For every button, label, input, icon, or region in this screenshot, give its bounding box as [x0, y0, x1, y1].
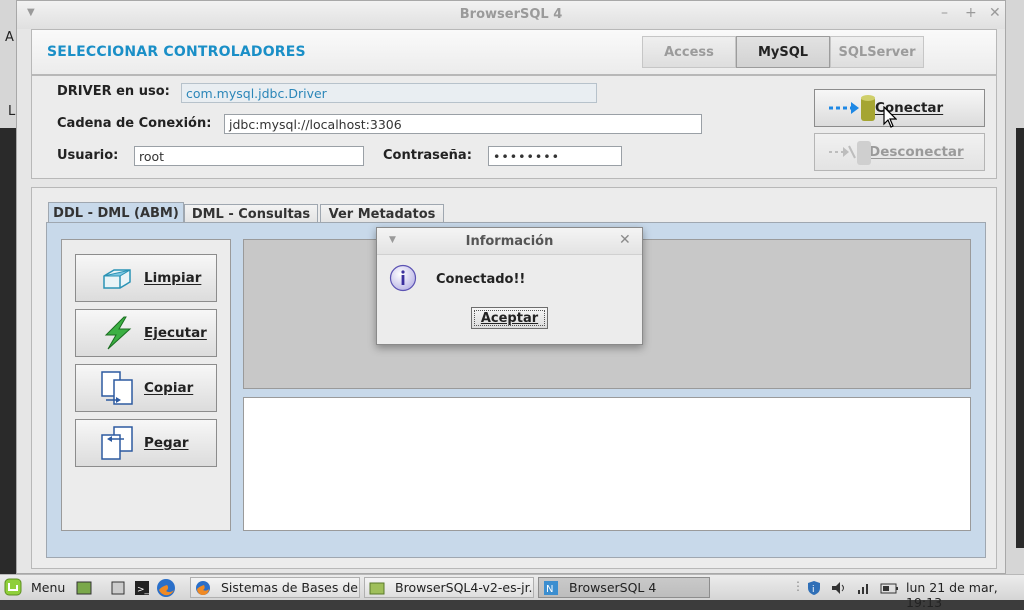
- driver-field: com.mysql.jdbc.Driver: [181, 83, 597, 103]
- app-icon: N: [543, 580, 559, 596]
- tray-separator: ⋮: [792, 579, 804, 593]
- maximize-icon[interactable]: +: [965, 5, 977, 21]
- paste-button[interactable]: Pegar: [75, 419, 217, 467]
- firefox-icon[interactable]: [156, 578, 176, 598]
- close-icon[interactable]: ✕: [989, 5, 1001, 21]
- user-label: Usuario:: [57, 148, 119, 163]
- info-icon: [389, 264, 417, 296]
- driver-tab-access[interactable]: Access: [642, 36, 736, 68]
- mint-logo-icon: [4, 578, 22, 596]
- window-title: BrowserSQL 4: [459, 7, 563, 22]
- password-label: Contraseña:: [383, 148, 472, 163]
- clock[interactable]: lun 21 de mar, 19:13: [906, 580, 1024, 610]
- connection-form: DRIVER en uso: com.mysql.jdbc.Driver Cad…: [31, 75, 997, 179]
- disconnect-label: Desconectar: [869, 144, 964, 160]
- driver-selector-panel: SELECCIONAR CONTROLADORES Access MySQL S…: [31, 29, 997, 75]
- accept-button[interactable]: Aceptar: [471, 307, 548, 329]
- show-desktop-icon[interactable]: [76, 580, 92, 596]
- background-text: L: [8, 104, 16, 119]
- dialog-title: Información: [465, 234, 554, 249]
- taskbar-window-sistemas[interactable]: Sistemas de Bases de...: [190, 577, 360, 598]
- svg-text:i: i: [812, 585, 815, 595]
- driver-tab-sqlserver[interactable]: SQLServer: [830, 36, 924, 68]
- dialog-titlebar[interactable]: ▼ Información ✕: [377, 228, 642, 255]
- network-icon[interactable]: [856, 580, 872, 596]
- connection-string-field[interactable]: jdbc:mysql://localhost:3306: [224, 114, 702, 134]
- execute-label: Ejecutar: [144, 325, 207, 341]
- minimize-icon[interactable]: –: [941, 5, 948, 21]
- clear-label: Limpiar: [144, 270, 202, 286]
- shield-icon[interactable]: i: [806, 580, 822, 596]
- info-dialog: ▼ Información ✕ Conectado!! Aceptar: [376, 227, 643, 345]
- firefox-icon: [195, 580, 211, 596]
- disconnect-icon: [827, 135, 881, 169]
- dialog-close-icon[interactable]: ✕: [619, 232, 631, 248]
- taskbar-window-label: BrowserSQL4-v2-es-jr....: [395, 580, 534, 595]
- background-window-left: A L: [0, 0, 16, 574]
- copy-button[interactable]: Copiar: [75, 364, 217, 412]
- copy-icon: [98, 370, 138, 406]
- user-field[interactable]: root: [134, 146, 364, 166]
- battery-icon[interactable]: [880, 580, 900, 596]
- files-icon[interactable]: [110, 580, 126, 596]
- paste-icon: [98, 425, 138, 461]
- svg-text:N: N: [546, 584, 553, 595]
- disconnect-button[interactable]: Desconectar: [814, 133, 985, 171]
- taskbar: Menu >_ Sistemas de Bases de... BrowserS…: [0, 574, 1024, 610]
- panel-title: SELECCIONAR CONTROLADORES: [47, 44, 306, 60]
- taskbar-window-label: Sistemas de Bases de...: [221, 580, 360, 595]
- tab-ddl-dml[interactable]: DDL - DML (ABM): [48, 202, 184, 224]
- copy-label: Copiar: [144, 380, 194, 396]
- execute-button[interactable]: Ejecutar: [75, 309, 217, 357]
- menu-button[interactable]: Menu: [4, 578, 65, 596]
- background-text: A: [5, 30, 14, 45]
- driver-label: DRIVER en uso:: [57, 84, 170, 99]
- window-titlebar[interactable]: ▼ BrowserSQL 4 – + ✕: [17, 1, 1005, 29]
- tab-dml-consultas[interactable]: DML - Consultas: [184, 204, 318, 224]
- eraser-icon: [98, 260, 138, 296]
- taskbar-window-browsersql[interactable]: N BrowserSQL 4: [538, 577, 710, 598]
- actions-column: Limpiar Ejecutar Copiar Pegar: [61, 239, 231, 531]
- connection-string-label: Cadena de Conexión:: [57, 116, 212, 131]
- driver-tab-mysql[interactable]: MySQL: [736, 36, 830, 68]
- taskbar-window-label: BrowserSQL 4: [569, 580, 657, 595]
- connect-button[interactable]: Conectar: [814, 89, 985, 127]
- svg-text:>_: >_: [137, 585, 150, 595]
- tab-ver-metadatos[interactable]: Ver Metadatos: [320, 204, 444, 224]
- volume-icon[interactable]: [830, 580, 846, 596]
- paste-label: Pegar: [144, 435, 189, 451]
- terminal-icon[interactable]: >_: [134, 580, 150, 596]
- sql-editor[interactable]: [243, 397, 971, 531]
- background-window-right: [1006, 0, 1024, 574]
- menu-label: Menu: [31, 579, 66, 595]
- dialog-message: Conectado!!: [436, 272, 526, 287]
- clear-button[interactable]: Limpiar: [75, 254, 217, 302]
- folder-icon: [369, 580, 385, 596]
- lightning-icon: [98, 315, 138, 351]
- password-field[interactable]: ••••••••: [488, 146, 622, 166]
- taskbar-window-folder[interactable]: BrowserSQL4-v2-es-jr....: [364, 577, 534, 598]
- connect-icon: [827, 91, 885, 125]
- mouse-cursor-icon: [883, 105, 898, 132]
